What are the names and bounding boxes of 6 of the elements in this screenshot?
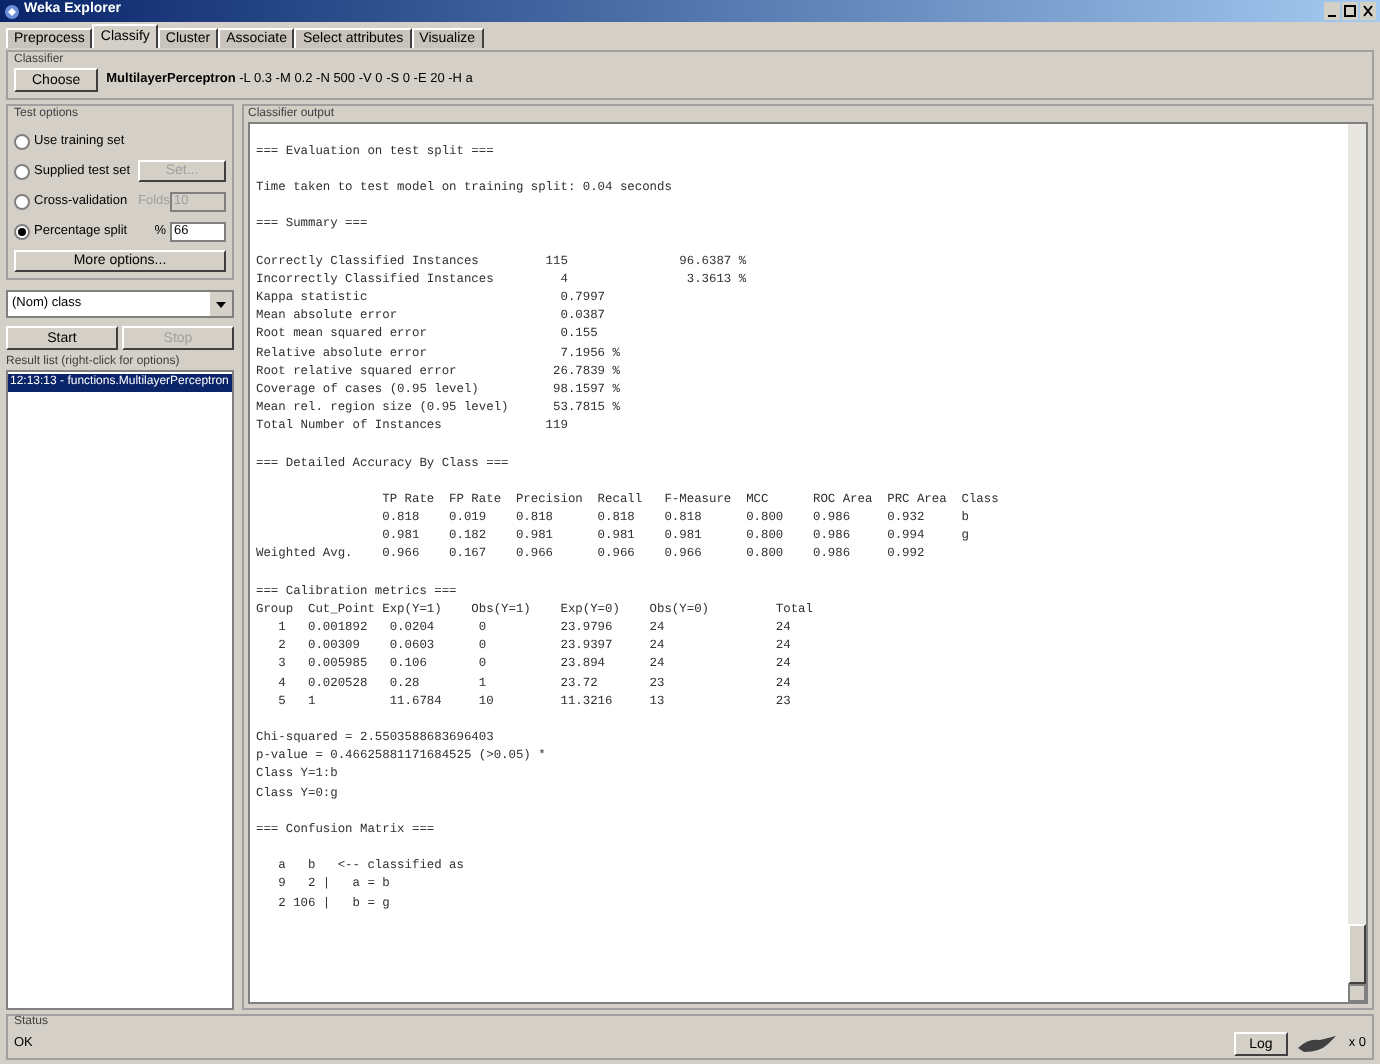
radio-button[interactable] [14,193,30,209]
scrollbar[interactable] [1348,124,1366,1002]
window-controls-icon[interactable] [1324,2,1376,20]
radio-button[interactable] [14,133,30,149]
radio-button[interactable] [14,223,30,239]
radio-button[interactable] [14,163,30,179]
